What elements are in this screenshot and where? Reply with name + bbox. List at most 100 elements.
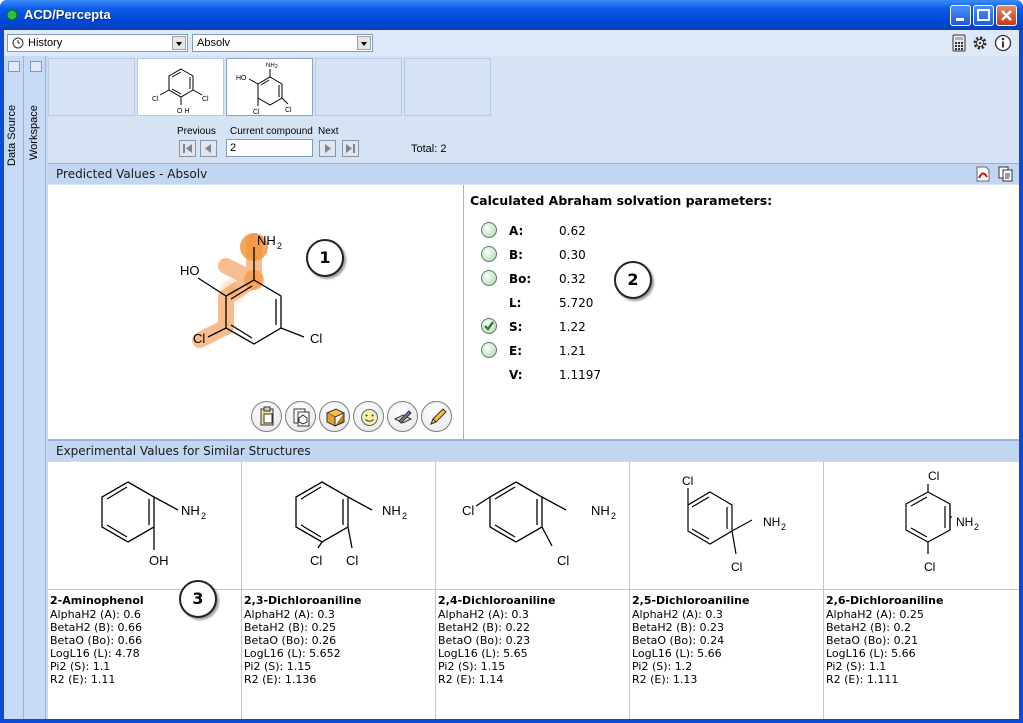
param-radio-s[interactable]: [481, 318, 497, 334]
compound-name: 2,4-Dichloroaniline: [438, 594, 556, 607]
c2-nh-sub: 2: [402, 511, 407, 521]
copy-icon[interactable]: [998, 166, 1014, 182]
last-icon: [346, 144, 355, 153]
c4-cl1: Cl: [682, 474, 693, 488]
c2-cl2: Cl: [346, 553, 358, 568]
structure-action-button-5[interactable]: [387, 401, 418, 432]
param-name-l: L:: [509, 296, 522, 310]
compound-thumbnail-1[interactable]: Cl Cl O H: [137, 58, 224, 116]
close-icon: [1001, 10, 1012, 21]
data-source-tab[interactable]: Data Source: [4, 56, 24, 719]
compound-name: 2-Aminophenol: [50, 594, 144, 607]
title-bar[interactable]: ACD/Percepta: [0, 0, 1023, 30]
top-toolbar: History Absolv: [4, 30, 1019, 56]
calculator-icon[interactable]: [950, 34, 968, 52]
param-row-e[interactable]: E: 1.21: [481, 341, 681, 361]
structure-2-3-dichloroaniline: NH 2 Cl Cl: [295, 481, 407, 568]
compound-betao: BetaO (Bo): 0.26: [244, 634, 337, 647]
structure-action-button-1[interactable]: [251, 401, 282, 432]
param-row-a[interactable]: A: 0.62: [481, 221, 681, 241]
compound-r2: R2 (E): 1.11: [50, 673, 116, 686]
c2-nh: NH: [382, 503, 401, 518]
experimental-header: Experimental Values for Similar Structur…: [48, 440, 1019, 461]
predicted-header: Predicted Values - Absolv: [48, 163, 1019, 184]
app-window: ACD/Percepta History Absolv Data Source …: [0, 0, 1023, 723]
compound-alpha: AlphaH2 (A): 0.3: [632, 608, 723, 621]
compound-r2: R2 (E): 1.136: [244, 673, 317, 686]
info-icon[interactable]: [994, 34, 1012, 52]
similar-compound-card[interactable]: Cl NH 2 Cl 2,5-Dichloroaniline AlphaH2 (…: [630, 462, 824, 719]
maximize-button[interactable]: [973, 5, 994, 26]
close-button[interactable]: [996, 5, 1017, 26]
nh2-label: NH: [257, 233, 276, 248]
structure-action-button-6[interactable]: [421, 401, 452, 432]
minimize-button[interactable]: [950, 5, 971, 26]
c3-nh: NH: [591, 503, 610, 518]
similar-compound-card[interactable]: NH 2 Cl Cl 2,4-Dichloroaniline AlphaH2 (…: [436, 462, 630, 719]
chevron-right-icon[interactable]: [8, 61, 20, 72]
module-select[interactable]: Absolv: [192, 34, 373, 52]
similar-compound-card[interactable]: NH 2 Cl Cl 2,3-Dichloroaniline AlphaH2 (…: [242, 462, 436, 719]
history-combo[interactable]: History: [7, 34, 188, 52]
data-source-label: Data Source: [6, 104, 18, 166]
compound-pi2: Pi2 (S): 1.2: [632, 660, 693, 673]
callout-2: 2: [614, 261, 652, 299]
param-value-e: 1.21: [559, 344, 586, 358]
param-radio-e[interactable]: [481, 342, 497, 358]
param-name-s: S:: [509, 320, 523, 334]
chevron-down-icon[interactable]: [357, 36, 371, 50]
param-row-s[interactable]: S: 1.22: [481, 317, 681, 337]
checkmark-icon: [484, 321, 494, 331]
thumb2-cl1: Cl: [253, 109, 260, 116]
similar-compound-card[interactable]: NH 2 OH 2-Aminophenol AlphaH2 (A): 0.6 B…: [48, 462, 242, 719]
pdf-export-icon[interactable]: [975, 166, 991, 182]
thumb1-cl-right: Cl: [202, 96, 209, 103]
param-row-b[interactable]: B: 0.30: [481, 245, 681, 265]
compound-structure: Cl NH 2 Cl: [630, 462, 824, 590]
structure-action-button-2[interactable]: [285, 401, 316, 432]
compound-beta: BetaH2 (B): 0.66: [50, 621, 142, 634]
thumbnail-structure: NH 2 HO Cl Cl: [236, 63, 292, 116]
c3-nh-sub: 2: [611, 511, 616, 521]
param-radio-a[interactable]: [481, 222, 497, 238]
calc-title: Calculated Abraham solvation parameters:: [470, 193, 773, 208]
compound-betao: BetaO (Bo): 0.21: [826, 634, 919, 647]
similar-compound-card[interactable]: Cl NH 2 Cl 2,6-Dichloroaniline AlphaH2 (…: [824, 462, 1019, 719]
compound-r2: R2 (E): 1.111: [826, 673, 899, 686]
thumb2-cl2: Cl: [285, 107, 292, 114]
param-name-bo: Bo:: [509, 272, 532, 286]
structure-action-button-3[interactable]: [319, 401, 350, 432]
compound-alpha: AlphaH2 (A): 0.3: [244, 608, 335, 621]
workspace-tab[interactable]: Workspace: [26, 56, 46, 719]
previous-button[interactable]: [200, 140, 217, 157]
compound-logl16: LogL16 (L): 5.66: [826, 647, 916, 660]
next-icon: [325, 144, 331, 153]
last-button[interactable]: [342, 140, 359, 157]
param-name-e: E:: [509, 344, 522, 358]
chevron-down-icon[interactable]: [172, 36, 186, 50]
gear-icon[interactable]: [971, 34, 989, 52]
compound-thumbnail-2[interactable]: NH 2 HO Cl Cl: [226, 58, 313, 116]
predicted-header-title: Predicted Values - Absolv: [56, 167, 208, 181]
chevron-right-icon[interactable]: [30, 61, 42, 72]
structure-action-button-4[interactable]: [353, 401, 384, 432]
c5-cl2: Cl: [924, 560, 935, 574]
param-value-v: 1.1197: [559, 368, 601, 382]
book-icon: [325, 408, 346, 427]
thumb2-ho: HO: [236, 75, 247, 82]
history-label: History: [28, 37, 63, 49]
param-radio-b[interactable]: [481, 246, 497, 262]
compound-alpha: AlphaH2 (A): 0.3: [438, 608, 529, 621]
compound-alpha: AlphaH2 (A): 0.25: [826, 608, 924, 621]
next-button[interactable]: [319, 140, 336, 157]
current-compound-input[interactable]: [226, 139, 313, 157]
abraham-parameters: Calculated Abraham solvation parameters:…: [465, 185, 1019, 440]
clock-icon: [12, 37, 24, 49]
current-compound-label: Current compound: [230, 126, 313, 137]
window-title: ACD/Percepta: [24, 7, 111, 22]
first-button[interactable]: [179, 140, 196, 157]
param-value-l: 5.720: [559, 296, 594, 310]
c4-nh-sub: 2: [781, 522, 786, 532]
compound-beta: BetaH2 (B): 0.25: [244, 621, 336, 634]
param-radio-bo[interactable]: [481, 270, 497, 286]
